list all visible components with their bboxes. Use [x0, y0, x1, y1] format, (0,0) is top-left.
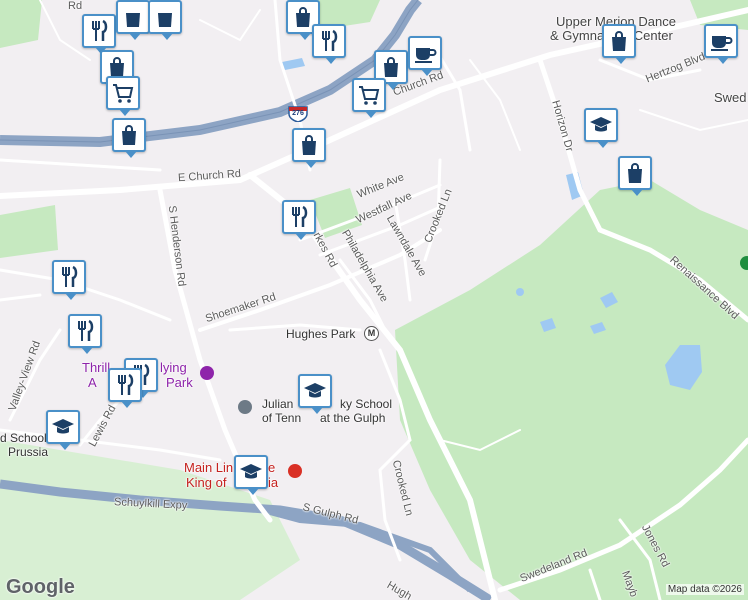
restaurant-icon[interactable]: [312, 24, 346, 64]
poi-label-julian-1: Julian: [262, 397, 294, 411]
map-attribution[interactable]: Map data ©2026: [665, 584, 744, 595]
amusement-park-icon[interactable]: [200, 366, 214, 380]
restaurant-icon[interactable]: [282, 200, 316, 240]
highway-shield-i276: 276: [288, 106, 308, 123]
poi-label-main-line-2: e: [268, 460, 276, 475]
poi-label-thrill-2: lying: [160, 360, 187, 375]
poi-label-main-line-4: ia: [268, 475, 279, 490]
school-icon[interactable]: [298, 374, 332, 414]
school-place-icon[interactable]: [238, 400, 252, 414]
cafe-icon[interactable]: [408, 36, 442, 76]
shopping-bag-icon[interactable]: [116, 0, 150, 40]
park-place-icon[interactable]: [740, 256, 748, 270]
hospital-icon[interactable]: [288, 464, 302, 478]
poi-label-julian-3: of Tenn: [262, 411, 302, 425]
shopping-cart-icon[interactable]: [352, 78, 386, 118]
cafe-icon[interactable]: [704, 24, 738, 64]
place-label-swed: Swed: [714, 90, 747, 105]
poi-label-main-line-1: Main Lin: [184, 460, 234, 475]
poi-label-thrill-1: Thrill: [82, 360, 111, 375]
road-label-rd-cut: Rd: [68, 0, 83, 12]
highway-shield-label: 276: [292, 110, 304, 117]
poi-label-thrill-3: A: [88, 375, 97, 390]
shopping-bag-icon[interactable]: [148, 0, 182, 40]
school-icon[interactable]: [234, 455, 268, 495]
shopping-bag-icon[interactable]: [292, 128, 326, 168]
poi-label-school-prussia-2: Prussia: [8, 445, 49, 459]
shopping-bag-icon[interactable]: [602, 24, 636, 64]
shopping-bag-icon[interactable]: [112, 118, 146, 158]
shopping-bag-icon[interactable]: [618, 156, 652, 196]
poi-label-julian-4: at the Gulph: [320, 411, 386, 425]
poi-label-julian-2: ky School: [340, 397, 393, 411]
metro-station-icon[interactable]: M: [364, 326, 379, 341]
restaurant-icon[interactable]: [82, 14, 116, 54]
poi-label-main-line-3: King of: [186, 475, 227, 490]
school-icon[interactable]: [46, 410, 80, 450]
shopping-cart-icon[interactable]: [106, 76, 140, 116]
station-label-hughes-park: Hughes Park: [286, 327, 356, 341]
google-logo: Google: [6, 576, 75, 598]
restaurant-icon[interactable]: [52, 260, 86, 300]
school-icon[interactable]: [584, 108, 618, 148]
restaurant-icon[interactable]: [108, 368, 142, 408]
map-view[interactable]: 276 E Church Rd Church Rd White Ave West…: [0, 0, 748, 600]
restaurant-icon[interactable]: [68, 314, 102, 354]
poi-label-thrill-4: Park: [166, 375, 193, 390]
poi-label-school-prussia-1: d School: [0, 431, 47, 445]
